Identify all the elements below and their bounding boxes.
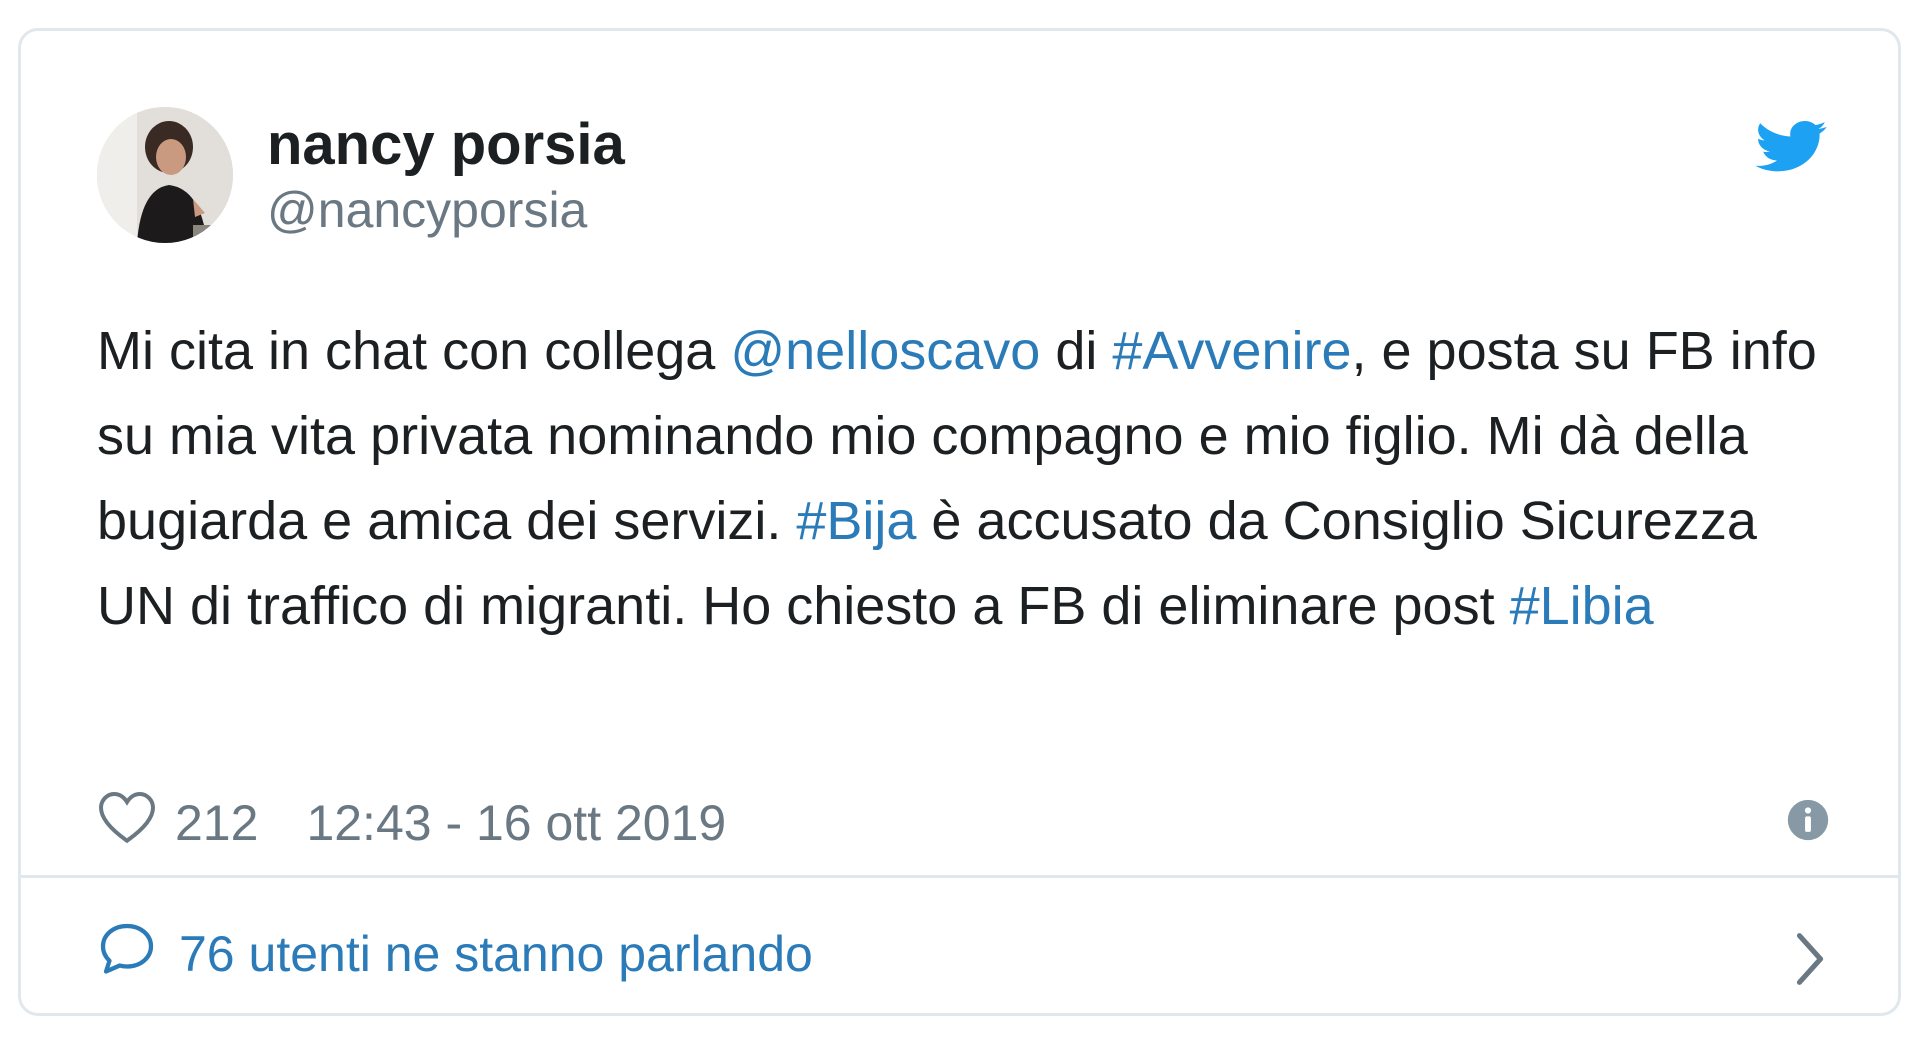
timestamp[interactable]: 12:43 - 16 ott 2019 — [306, 794, 726, 852]
like-count[interactable]: 212 — [175, 794, 258, 852]
info-icon[interactable] — [1786, 798, 1830, 842]
tweet-text-segment: di — [1040, 321, 1113, 381]
chevron-right-icon[interactable] — [1791, 931, 1829, 987]
heart-icon[interactable] — [97, 789, 175, 857]
username-handle[interactable]: @nancyporsia — [267, 181, 587, 239]
display-name[interactable]: nancy porsia — [267, 111, 625, 178]
hashtag-link[interactable]: #Libia — [1510, 576, 1654, 636]
avatar[interactable] — [97, 107, 233, 243]
avatar-photo — [97, 107, 233, 243]
mention-link[interactable]: @nelloscavo — [730, 321, 1040, 381]
tweet-meta: 212 12:43 - 16 ott 2019 — [97, 783, 726, 863]
divider — [21, 875, 1898, 878]
speech-bubble-icon — [97, 920, 179, 988]
hashtag-link[interactable]: #Avvenire — [1112, 321, 1351, 381]
tweet-card[interactable]: nancy porsia @nancyporsia Mi cita in cha… — [18, 28, 1901, 1016]
conversation-label[interactable]: 76 utenti ne stanno parlando — [179, 925, 813, 983]
twitter-bird-icon[interactable] — [1755, 115, 1828, 177]
tweet-text: Mi cita in chat con collega @nelloscavo … — [97, 309, 1837, 649]
tweet-text-segment: Mi cita in chat con collega — [97, 321, 731, 381]
hashtag-link[interactable]: #Bija — [796, 491, 916, 551]
conversation-link[interactable]: 76 utenti ne stanno parlando — [97, 911, 813, 997]
